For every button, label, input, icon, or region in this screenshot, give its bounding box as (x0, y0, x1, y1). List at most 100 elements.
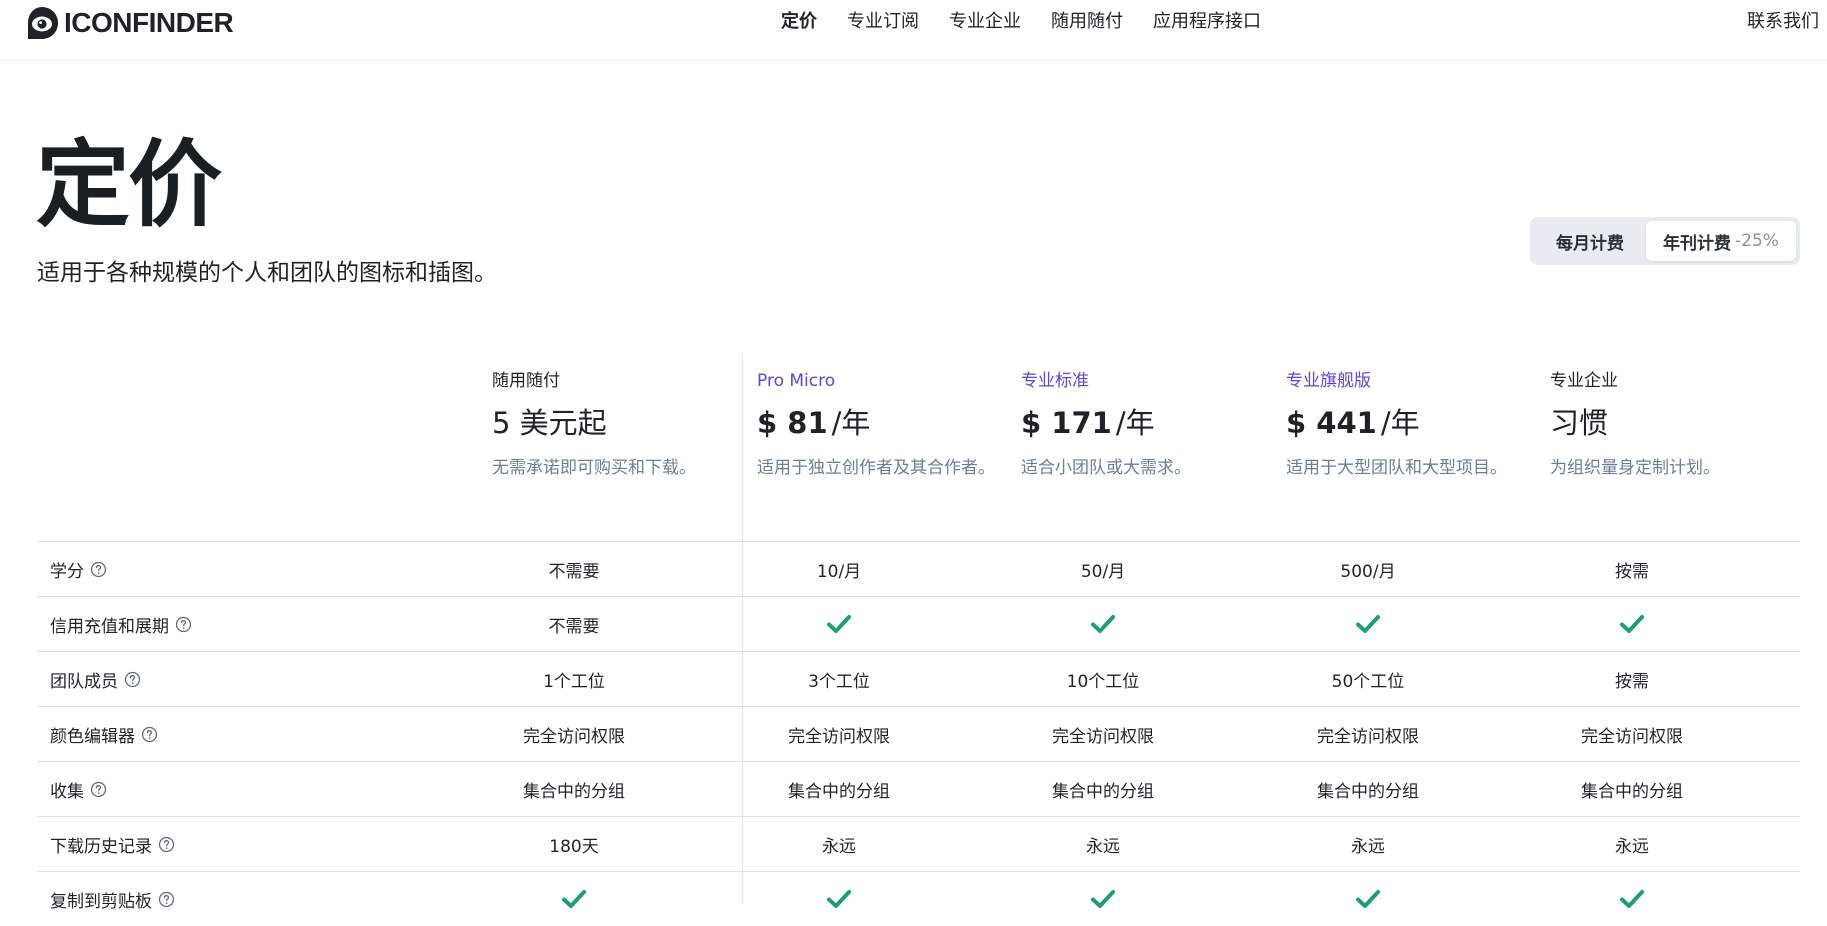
feature-cell: 集合中的分组 (1532, 762, 1732, 816)
feature-cell: 完全访问权限 (474, 707, 674, 761)
contact-us-link[interactable]: 联系我们 (1747, 10, 1819, 34)
feature-cell: 完全访问权限 (1268, 707, 1468, 761)
plan-price-period: /年 (831, 406, 871, 440)
feature-value: 10/月 (816, 561, 862, 582)
feature-value: 集合中的分组 (523, 781, 625, 802)
nav-item-pay-as-you-go[interactable]: 随用随付 (1051, 10, 1123, 34)
feature-value: 不需要 (548, 616, 600, 637)
iconfinder-logo[interactable]: ICONFINDER (24, 4, 234, 42)
feature-value: 永远 (1615, 836, 1649, 857)
feature-label: 团队成员 (50, 652, 141, 706)
yearly-discount-badge: -25% (1735, 231, 1779, 251)
main-nav: 定价 专业订阅 专业企业 随用随付 应用程序接口 (781, 10, 1261, 34)
plan-pro-micro: Pro Micro $ 81/年 适用于独立创作者及其合作者。 (757, 370, 997, 480)
plan-pay-as-you-go: 随用随付 5 美元起 无需承诺即可购买和下载。 (492, 370, 732, 480)
feature-label-text: 团队成员 (50, 671, 118, 692)
feature-row: 信用充值和展期 不需要 (37, 596, 1800, 651)
feature-value: 完全访问权限 (1052, 726, 1154, 747)
feature-row: 下载历史记录 180天 永远 永远 永远 永远 (37, 816, 1800, 871)
feature-comparison-table: 学分 不需要 10/月 50/月 500/月 按需 信用充值和展期 不需要 团队成员 1个工位 3个… (37, 541, 1800, 926)
yearly-billing-button[interactable]: 年刊计费 -25% (1646, 221, 1796, 261)
feature-cell: 按需 (1532, 542, 1732, 596)
feature-cell: 集合中的分组 (1003, 762, 1203, 816)
feature-value: 按需 (1615, 671, 1649, 692)
feature-cell (474, 872, 674, 926)
question-circle-icon[interactable] (158, 891, 175, 908)
nav-item-api[interactable]: 应用程序接口 (1153, 10, 1261, 34)
feature-cell (1268, 872, 1468, 926)
feature-cell: 集合中的分组 (739, 762, 939, 816)
feature-cell: 180天 (474, 817, 674, 871)
feature-value: 集合中的分组 (1581, 781, 1683, 802)
feature-value: 永远 (822, 836, 856, 857)
feature-cell: 按需 (1532, 652, 1732, 706)
check-icon (827, 890, 851, 908)
feature-value: 完全访问权限 (788, 726, 890, 747)
plan-price-amount: 5 美元起 (492, 406, 607, 440)
nav-item-pro-subscription[interactable]: 专业订阅 (847, 10, 919, 34)
eye-logo-icon (28, 7, 58, 39)
plan-description: 适用于独立创作者及其合作者。 (757, 458, 995, 478)
feature-label-text: 下载历史记录 (50, 836, 152, 857)
plan-price-amount: $ 171 (1021, 406, 1112, 440)
check-icon (562, 890, 586, 908)
question-circle-icon[interactable] (141, 726, 158, 743)
feature-row: 颜色编辑器 完全访问权限 完全访问权限 完全访问权限 完全访问权限 完全访问权限 (37, 706, 1800, 761)
nav-item-pricing[interactable]: 定价 (781, 10, 817, 34)
plan-description: 为组织量身定制计划。 (1550, 458, 1720, 478)
check-icon (1620, 615, 1644, 633)
feature-label: 颜色编辑器 (50, 707, 158, 761)
feature-value: 10个工位 (1066, 671, 1140, 692)
feature-cell (1532, 872, 1732, 926)
feature-row: 团队成员 1个工位 3个工位 10个工位 50个工位 按需 (37, 651, 1800, 706)
feature-cell: 永远 (739, 817, 939, 871)
plan-price-period: /年 (1115, 406, 1155, 440)
feature-value: 50/月 (1080, 561, 1126, 582)
feature-value: 按需 (1615, 561, 1649, 582)
feature-cell: 10个工位 (1003, 652, 1203, 706)
logo-text: ICONFINDER (64, 7, 234, 38)
question-circle-icon[interactable] (124, 671, 141, 688)
feature-cell: 集合中的分组 (1268, 762, 1468, 816)
plan-price-amount: $ 441 (1286, 406, 1377, 440)
top-navigation-bar: ICONFINDER 定价 专业订阅 专业企业 随用随付 应用程序接口 联系我们 (0, 0, 1827, 61)
feature-label-text: 信用充值和展期 (50, 616, 169, 637)
check-icon (1356, 615, 1380, 633)
question-circle-icon[interactable] (90, 561, 107, 578)
check-icon (827, 615, 851, 633)
feature-cell: 不需要 (474, 597, 674, 651)
feature-value: 永远 (1086, 836, 1120, 857)
feature-cell: 集合中的分组 (474, 762, 674, 816)
plan-price-period: /年 (1380, 406, 1420, 440)
feature-label-text: 学分 (50, 561, 84, 582)
plan-price: $ 441/年 (1286, 404, 1526, 442)
feature-value: 永远 (1351, 836, 1385, 857)
feature-cell: 1个工位 (474, 652, 674, 706)
feature-cell (1003, 597, 1203, 651)
feature-label-text: 颜色编辑器 (50, 726, 135, 747)
feature-label: 信用充值和展期 (50, 597, 192, 651)
feature-label: 下载历史记录 (50, 817, 175, 871)
feature-value: 完全访问权限 (1581, 726, 1683, 747)
plan-pro-standard: 专业标准 $ 171/年 适合小团队或大需求。 (1021, 370, 1261, 480)
feature-cell: 不需要 (474, 542, 674, 596)
feature-value: 3个工位 (808, 671, 870, 692)
question-circle-icon[interactable] (158, 836, 175, 853)
feature-value: 50个工位 (1331, 671, 1405, 692)
page-title: 定价 (36, 131, 222, 240)
billing-period-toggle: 每月计费 年刊计费 -25% (1530, 217, 1800, 265)
monthly-billing-label: 每月计费 (1556, 233, 1624, 254)
monthly-billing-button[interactable]: 每月计费 (1534, 221, 1646, 261)
question-circle-icon[interactable] (90, 781, 107, 798)
plan-pro-enterprise: 专业企业 习惯 为组织量身定制计划。 (1550, 370, 1790, 480)
plan-price-amount: 习惯 (1550, 406, 1609, 440)
feature-cell: 10/月 (739, 542, 939, 596)
question-circle-icon[interactable] (175, 616, 192, 633)
feature-cell: 永远 (1532, 817, 1732, 871)
plan-name: 专业企业 (1550, 371, 1618, 391)
feature-value: 完全访问权限 (523, 726, 625, 747)
feature-value: 完全访问权限 (1317, 726, 1419, 747)
nav-item-pro-enterprise[interactable]: 专业企业 (949, 10, 1021, 34)
plan-name: 专业旗舰版 (1286, 371, 1371, 391)
feature-cell (739, 872, 939, 926)
